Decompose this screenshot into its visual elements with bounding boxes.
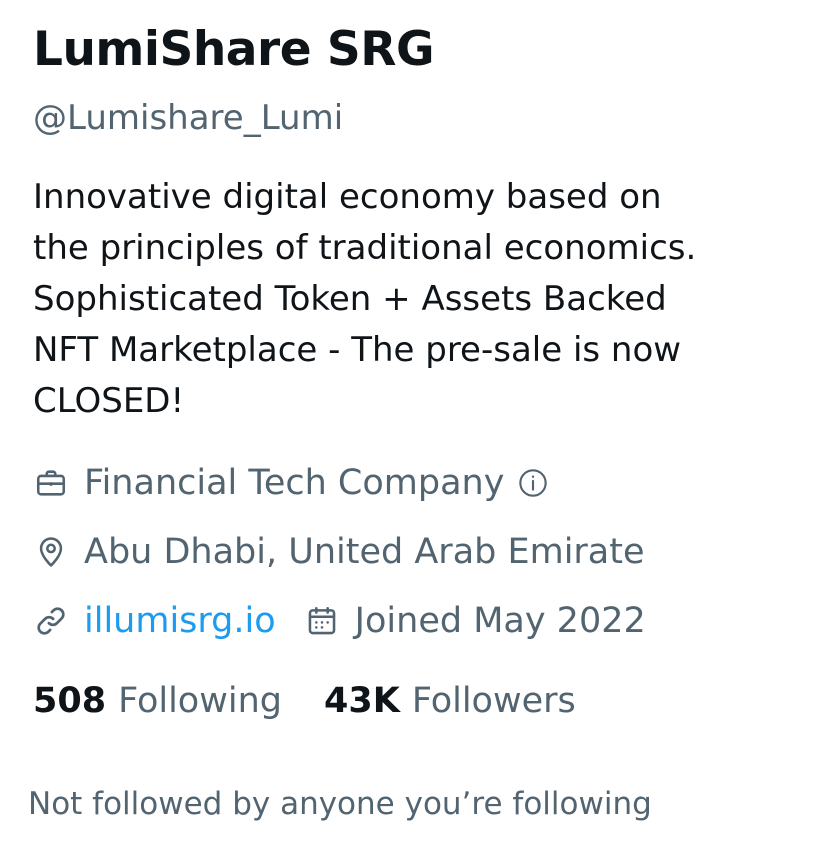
link-icon [33, 603, 69, 639]
profile-links-row: illumisrg.io Joined May 2022 [33, 599, 646, 643]
profile-stats: 508 Following 43K Followers [33, 678, 576, 724]
profile-category-row: Financial Tech Company [33, 461, 550, 505]
followers-stat[interactable]: 43K Followers [324, 678, 576, 724]
following-stat[interactable]: 508 Following [33, 678, 282, 724]
profile-joined-date: Joined May 2022 [354, 601, 646, 641]
mutual-followers-text: Not followed by anyone you’re following [28, 786, 652, 822]
calendar-icon [304, 603, 340, 639]
profile-category: Financial Tech Company [84, 463, 505, 503]
profile-header: LumiShare SRG @Lumishare_Lumi Innovative… [28, 0, 813, 862]
briefcase-icon [33, 465, 69, 501]
profile-bio: Innovative digital economy based on the … [33, 177, 697, 421]
following-label: Following [118, 681, 282, 721]
profile-location: Abu Dhabi, United Arab Emirate [84, 532, 645, 572]
followers-label: Followers [411, 681, 576, 721]
following-count: 508 [33, 681, 107, 721]
profile-name: LumiShare SRG [33, 22, 435, 77]
profile-website-link[interactable]: illumisrg.io [84, 599, 276, 643]
followers-count: 43K [323, 681, 400, 721]
info-icon[interactable] [516, 466, 550, 500]
profile-location-row: Abu Dhabi, United Arab Emirate [33, 530, 645, 574]
location-pin-icon [33, 534, 69, 570]
profile-handle: @Lumishare_Lumi [33, 98, 344, 138]
